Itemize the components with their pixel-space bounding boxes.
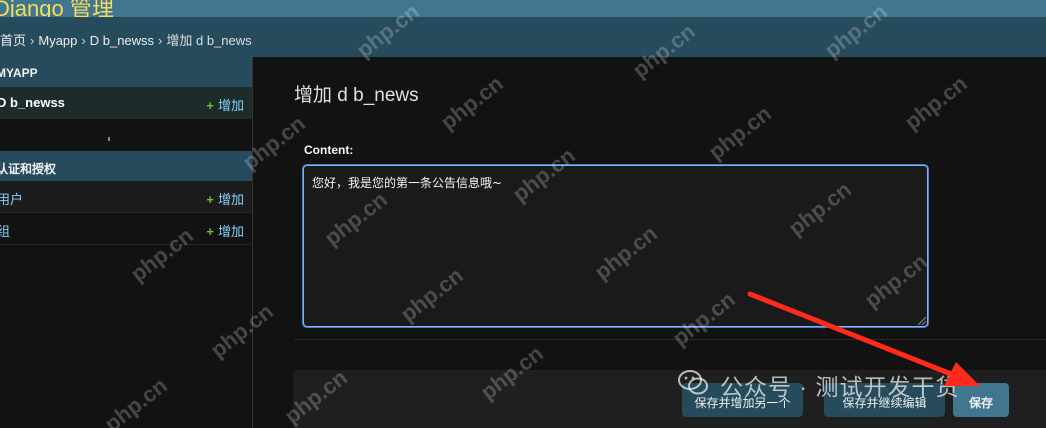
sidebar-item-users: 用户 + 增加	[0, 181, 252, 213]
main-content: 增加 d b_news Content: 保存并增加另一个 保存并继续编辑 保存	[254, 57, 1046, 428]
breadcrumb-separator: ›	[30, 33, 35, 48]
sidebar-spacer	[0, 119, 252, 151]
add-icon: +	[206, 224, 214, 239]
add-icon: +	[206, 192, 214, 207]
content-field-label: Content:	[304, 143, 354, 157]
breadcrumb-separator: ›	[158, 33, 163, 48]
sidebar-item-dbnewss: D b_newss + 增加	[0, 87, 252, 119]
page-title: 增加 d b_news	[294, 85, 419, 106]
save-and-continue-button[interactable]: 保存并继续编辑	[824, 383, 945, 417]
breadcrumb-current: 增加 d b_news	[166, 33, 252, 48]
site-header: Django 管理	[0, 0, 1046, 17]
site-name[interactable]: Django 管理	[0, 0, 114, 17]
add-link[interactable]: + 增加	[206, 95, 244, 114]
breadcrumb-home-link[interactable]: 首页	[0, 33, 26, 48]
add-link-label[interactable]: 增加	[218, 192, 244, 207]
submit-row: 保存并增加另一个 保存并继续编辑 保存	[293, 370, 1046, 428]
add-link[interactable]: + 增加	[206, 221, 244, 240]
sidebar-item-label[interactable]: D b_newss	[0, 95, 65, 110]
content-textarea[interactable]	[303, 165, 928, 327]
save-and-add-another-button[interactable]: 保存并增加另一个	[682, 383, 803, 417]
resize-handle-icon[interactable]	[918, 317, 926, 325]
module-caption-label[interactable]: 认证和授权	[0, 160, 56, 177]
breadcrumb-app-link[interactable]: Myapp	[38, 33, 77, 48]
sidebar-nav: MYAPP D b_newss + 增加 认证和授权 用户 + 增加 组 + 增加	[0, 57, 253, 428]
module-caption-auth[interactable]: 认证和授权	[0, 151, 252, 181]
save-button[interactable]: 保存	[953, 383, 1009, 417]
add-link-label[interactable]: 增加	[218, 98, 244, 113]
breadcrumb: 首页 › Myapp › D b_newss › 增加 d b_news	[0, 17, 1046, 57]
module-caption-myapp[interactable]: MYAPP	[0, 57, 252, 87]
sidebar-item-label[interactable]: 组	[0, 221, 10, 240]
sidebar-item-label[interactable]: 用户	[0, 189, 23, 208]
add-icon: +	[206, 98, 214, 113]
sidebar-item-groups: 组 + 增加	[0, 213, 252, 245]
divider	[294, 339, 1046, 340]
breadcrumb-model-link[interactable]: D b_newss	[90, 33, 154, 48]
breadcrumb-separator: ›	[81, 33, 86, 48]
module-caption-label[interactable]: MYAPP	[0, 66, 38, 80]
add-link-label[interactable]: 增加	[218, 224, 244, 239]
add-link[interactable]: + 增加	[206, 189, 244, 208]
cursor-mark	[108, 137, 110, 141]
